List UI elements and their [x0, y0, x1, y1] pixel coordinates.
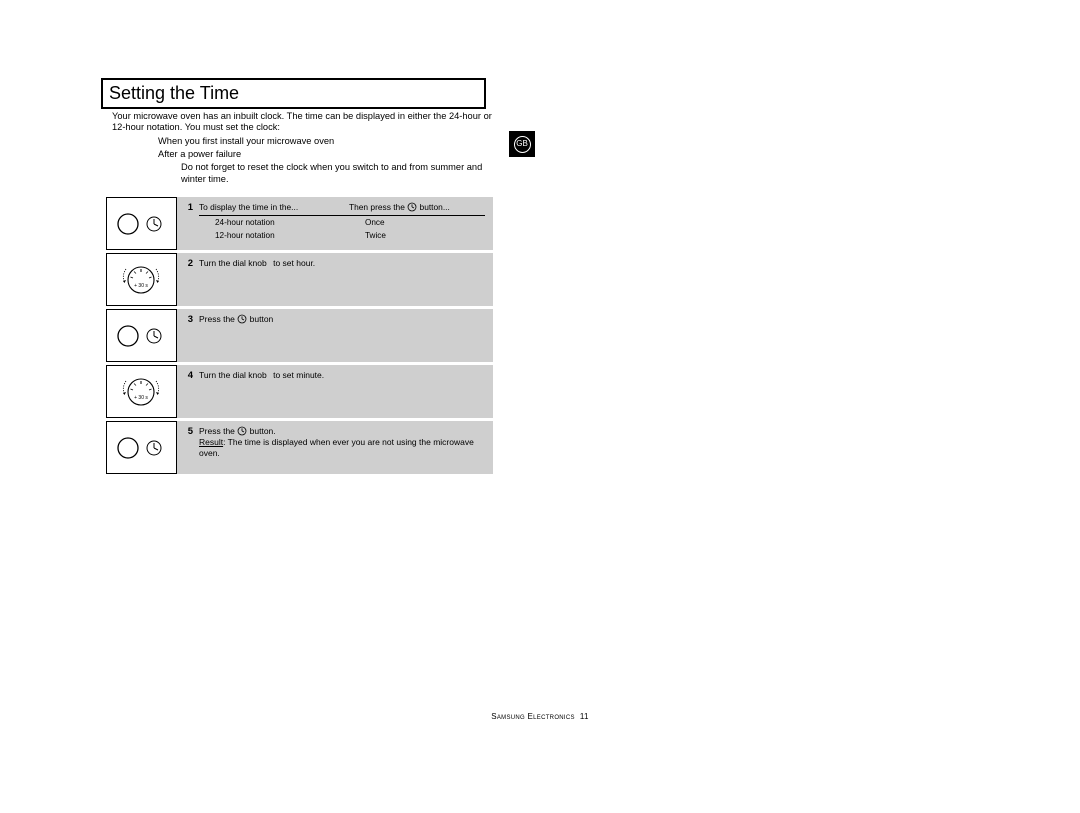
dial-knob-icon: + 30 s [114, 370, 169, 414]
svg-text:+ 30 s: + 30 s [134, 395, 148, 401]
manual-page: Setting the Time GB Your microwave oven … [0, 0, 1080, 813]
step-3: 3 Press the button [106, 309, 493, 362]
step3-text-a: Press the [199, 314, 237, 324]
step3-text: Press the button [199, 314, 485, 357]
step-1: 1 To display the time in the... Then pre… [106, 197, 493, 250]
step1-number: 1 [177, 202, 199, 245]
step5-number: 5 [177, 426, 199, 469]
footer-pagenum: 11 [580, 712, 589, 721]
step4-text-b: to set minute. [269, 370, 324, 380]
clock-icon [407, 202, 417, 212]
intro-bullet1: When you first install your microwave ov… [158, 136, 502, 147]
step1-row2: 12-hour notation Twice [199, 231, 485, 242]
step4-text: Turn the dial knob to set minute. [199, 370, 485, 413]
step-2: + 30 s 2 Turn the dial knob to set hour. [106, 253, 493, 306]
step2-text-a: Turn the dial knob [199, 258, 267, 268]
intro-block: Your microwave oven has an inbuilt clock… [112, 111, 502, 185]
steps-list: 1 To display the time in the... Then pre… [106, 197, 493, 477]
country-badge: GB [508, 130, 536, 158]
page-footer: Samsung Electronics 11 [0, 712, 1080, 721]
step-5: 5 Press the button. Result: The time is … [106, 421, 493, 474]
step2-text: Turn the dial knob to set hour. [199, 258, 485, 301]
result-label: Result [199, 437, 223, 447]
button-clock-icon [114, 433, 169, 463]
step5-text: Press the button. Result: The time is di… [199, 426, 485, 469]
intro-bullet2: After a power failure [158, 149, 502, 160]
clock-icon [237, 426, 247, 436]
step5-text-a: Press the [199, 426, 237, 436]
intro-note: Do not forget to reset the clock when yo… [181, 162, 502, 185]
step2-text-b: to set hour. [269, 258, 315, 268]
step1-row1: 24-hour notation Once [199, 218, 485, 229]
step1-icon [106, 197, 177, 250]
step1-head-left: To display the time in the... [199, 202, 349, 213]
step4-text-a: Turn the dial knob [199, 370, 267, 380]
section-title: Setting the Time [101, 78, 486, 109]
step5-icon [106, 421, 177, 474]
step3-number: 3 [177, 314, 199, 357]
result-text: : The time is displayed when ever you ar… [199, 437, 474, 458]
clock-icon [237, 314, 247, 324]
step5-text-b: button. [250, 426, 276, 436]
button-clock-icon [114, 209, 169, 239]
step1-row1-right: Once [365, 218, 485, 229]
step1-head-mid-text: Then press the [349, 202, 407, 212]
footer-company: Samsung Electronics [491, 712, 575, 721]
step2-icon: + 30 s [106, 253, 177, 306]
step1-row2-left: 12-hour notation [199, 231, 365, 242]
country-badge-label: GB [514, 136, 531, 153]
step4-number: 4 [177, 370, 199, 413]
step1-table-head: To display the time in the... Then press… [199, 202, 485, 216]
intro-line1: Your microwave oven has an inbuilt clock… [112, 111, 502, 134]
step3-text-b: button [250, 314, 274, 324]
step2-number: 2 [177, 258, 199, 301]
step3-icon [106, 309, 177, 362]
svg-text:+ 30 s: + 30 s [134, 283, 148, 289]
step1-row1-left: 24-hour notation [199, 218, 365, 229]
step1-head-right-text: button... [420, 202, 450, 212]
step4-icon: + 30 s [106, 365, 177, 418]
step1-row2-right: Twice [365, 231, 485, 242]
step1-head-right: Then press the button... [349, 202, 485, 213]
dial-knob-icon: + 30 s [114, 258, 169, 302]
step-4: + 30 s 4 Turn the dial knob to set minut… [106, 365, 493, 418]
button-clock-icon [114, 321, 169, 351]
